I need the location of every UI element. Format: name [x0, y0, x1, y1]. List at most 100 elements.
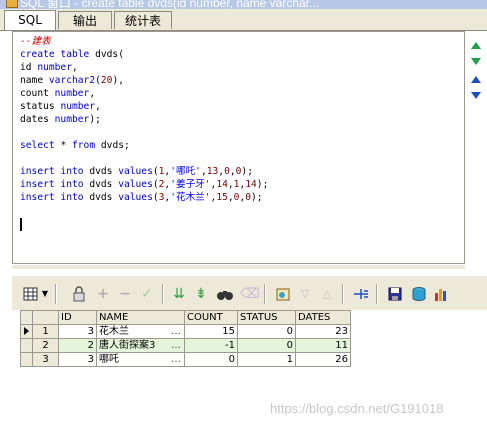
code-token: name	[20, 75, 49, 86]
fetch-next-icon[interactable]: ⇊	[170, 285, 188, 303]
grid-view-icon[interactable]	[22, 285, 40, 303]
code-token: ,	[95, 101, 101, 112]
sort-descending-icon[interactable]: ▽	[296, 285, 314, 303]
cell-editor-button[interactable]: …	[171, 354, 182, 366]
code-line[interactable]: name varchar2(20),	[20, 74, 268, 87]
cell-editor-button[interactable]: …	[171, 340, 182, 352]
code-token: ,	[89, 88, 96, 99]
post-record-icon[interactable]: ✓	[138, 285, 156, 303]
pane-splitter[interactable]	[12, 265, 465, 269]
connect-icon[interactable]	[352, 285, 370, 303]
cell-dates[interactable]: 11	[295, 338, 351, 353]
code-token: dates	[20, 114, 55, 125]
chart-icon[interactable]	[432, 285, 450, 303]
sql-editor[interactable]: --建表 create table dvds(id number, name var…	[12, 31, 465, 264]
column-header-count[interactable]: COUNT	[184, 310, 238, 325]
save-icon[interactable]	[386, 285, 404, 303]
code-token: dvds(	[95, 49, 124, 60]
code-line[interactable]: insert into dvds values(1,'哪吒',13,0,0);	[20, 165, 268, 178]
result-grid[interactable]: ID NAME COUNT STATUS DATES 1 3 花木兰 … 15 0…	[20, 310, 351, 367]
code-line[interactable]: select * from dvds;	[20, 139, 268, 152]
cell-count[interactable]: 15	[184, 324, 238, 339]
code-token: count	[20, 88, 55, 99]
scroll-up-icon[interactable]	[471, 76, 481, 83]
code-token: number	[54, 88, 90, 99]
cell-editor-button[interactable]: …	[171, 326, 182, 338]
result-toolbar: ▼ + − ✓ ⇊ ⇟ ⌫ ▽ △	[12, 275, 487, 310]
code-token: );	[251, 192, 263, 203]
code-line[interactable]: id number,	[20, 61, 268, 74]
code-line[interactable]: insert into dvds values(3,'花木兰',15,0,0);	[20, 191, 268, 204]
tab-statistics[interactable]: 统计表	[114, 11, 172, 29]
tab-bar: SQL 输出 统计表	[0, 9, 487, 31]
code-line[interactable]	[20, 126, 268, 139]
code-token: number	[37, 62, 72, 73]
watermark: https://blog.csdn.net/G191018	[270, 401, 444, 416]
clear-record-icon[interactable]: ⌫	[240, 285, 260, 303]
cell-status[interactable]: 1	[237, 352, 296, 367]
text-caret	[20, 218, 22, 231]
cell-status[interactable]: 0	[237, 324, 296, 339]
export-icon[interactable]	[274, 285, 292, 303]
tab-output[interactable]: 输出	[58, 11, 112, 29]
code-token: );	[256, 179, 269, 190]
cell-name[interactable]: 花木兰 …	[96, 324, 185, 339]
column-header-dates[interactable]: DATES	[295, 310, 351, 325]
cell-status[interactable]: 0	[237, 338, 296, 353]
database-icon[interactable]	[410, 285, 428, 303]
row-indicator	[20, 338, 33, 353]
table-row[interactable]: 2 2 唐人街探案3 … -1 0 11	[20, 338, 351, 353]
code-token: values	[118, 166, 153, 177]
cell-count[interactable]: 0	[184, 352, 238, 367]
cell-dates[interactable]: 23	[295, 324, 351, 339]
add-record-icon[interactable]: +	[94, 285, 112, 303]
code-token: 14	[216, 179, 228, 190]
query-by-example-icon[interactable]	[216, 285, 234, 303]
scroll-down-icon[interactable]	[471, 92, 481, 99]
cell-id[interactable]: 3	[58, 352, 97, 367]
cell-name[interactable]: 哪吒…	[96, 352, 185, 367]
code-line[interactable]: insert into dvds values(2,'姜子牙',14,1,14)…	[20, 178, 268, 191]
cell-name[interactable]: 唐人街探案3…	[96, 338, 185, 353]
row-pointer-icon	[24, 326, 29, 335]
code-token: insert into	[20, 179, 90, 190]
grid-options-dropdown-icon[interactable]: ▼	[40, 285, 50, 303]
code-line[interactable]: --建表	[20, 35, 268, 48]
next-statement-icon[interactable]	[471, 58, 481, 65]
column-header-id[interactable]: ID	[58, 310, 97, 325]
editor-nav-arrows	[469, 38, 485, 118]
cell-name-value: 花木兰	[99, 325, 129, 337]
delete-record-icon[interactable]: −	[116, 285, 134, 303]
code-line[interactable]: dates number);	[20, 113, 268, 126]
table-row[interactable]: 3 3 哪吒 … 0 1 26	[20, 352, 351, 367]
sql-code[interactable]: --建表 create table dvds(id number, name var…	[20, 35, 268, 204]
sort-ascending-icon[interactable]: △	[318, 285, 336, 303]
tab-sql[interactable]: SQL	[4, 10, 56, 30]
column-header-status[interactable]: STATUS	[237, 310, 296, 325]
code-line[interactable]: create table dvds(	[20, 48, 268, 61]
code-token: insert into	[20, 192, 90, 203]
code-token: number	[54, 114, 90, 125]
previous-statement-icon[interactable]	[471, 42, 481, 49]
code-line[interactable]: status number,	[20, 100, 268, 113]
code-token: dvds	[89, 192, 119, 203]
lock-icon[interactable]	[70, 285, 88, 303]
code-line[interactable]	[20, 152, 268, 165]
code-token: '姜子牙'	[170, 179, 211, 190]
cell-dates[interactable]: 26	[295, 352, 351, 367]
code-token: number	[60, 101, 96, 112]
window-titlebar: SQL 窗口 - create table dvds(id number, na…	[0, 0, 487, 9]
cell-id[interactable]: 2	[58, 338, 97, 353]
cell-count[interactable]: -1	[184, 338, 238, 353]
table-row[interactable]: 1 3 花木兰 … 15 0 23	[20, 324, 351, 339]
code-line[interactable]: count number,	[20, 87, 268, 100]
row-number: 3	[32, 352, 59, 367]
row-number-header	[32, 310, 59, 325]
code-token: dvds;	[100, 140, 130, 151]
column-header-name[interactable]: NAME	[96, 310, 185, 325]
code-token: dvds	[89, 166, 119, 177]
fetch-last-icon[interactable]: ⇟	[192, 285, 210, 303]
row-indicator-header	[20, 310, 33, 325]
cell-id[interactable]: 3	[58, 324, 97, 339]
code-token: id	[20, 62, 38, 73]
